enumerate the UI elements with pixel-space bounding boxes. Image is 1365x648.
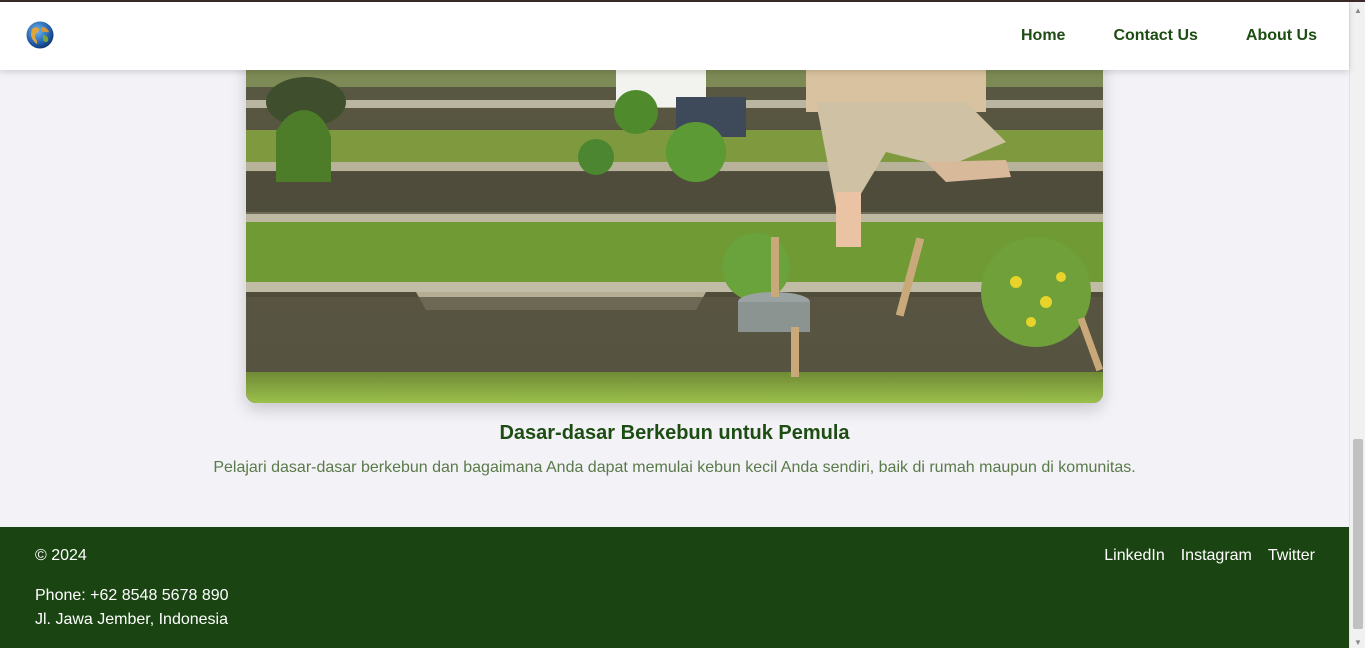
- address-text: Jl. Jawa Jember, Indonesia: [35, 611, 228, 628]
- footer: © 2024 Phone: +62 8548 5678 890 Jl. Jawa…: [0, 527, 1349, 648]
- triangle-up-icon[interactable]: ▲: [1350, 2, 1365, 18]
- twitter-link[interactable]: Twitter: [1268, 547, 1315, 565]
- scrollbar-thumb[interactable]: [1353, 439, 1363, 629]
- triangle-down-icon[interactable]: ▼: [1350, 634, 1365, 648]
- nav-contact-link[interactable]: Contact Us: [1113, 27, 1197, 45]
- copyright-text: © 2024: [35, 547, 87, 564]
- garden-photo: [246, 42, 1103, 403]
- linkedin-link[interactable]: LinkedIn: [1104, 547, 1165, 565]
- nav-links: Home Contact Us About Us: [1021, 2, 1317, 70]
- article-description: Pelajari dasar-dasar berkebun dan bagaim…: [213, 459, 1136, 476]
- nav-about-link[interactable]: About Us: [1246, 27, 1317, 45]
- phone-text: Phone: +62 8548 5678 890: [35, 587, 229, 604]
- globe-icon[interactable]: [26, 21, 54, 49]
- social-links: LinkedIn Instagram Twitter: [1104, 547, 1315, 565]
- nav-home-link[interactable]: Home: [1021, 27, 1065, 45]
- article-title: Dasar-dasar Berkebun untuk Pemula: [499, 422, 850, 444]
- instagram-link[interactable]: Instagram: [1181, 547, 1252, 565]
- navbar: Home Contact Us About Us: [0, 2, 1349, 70]
- vertical-scrollbar[interactable]: ▲ ▼: [1349, 2, 1365, 648]
